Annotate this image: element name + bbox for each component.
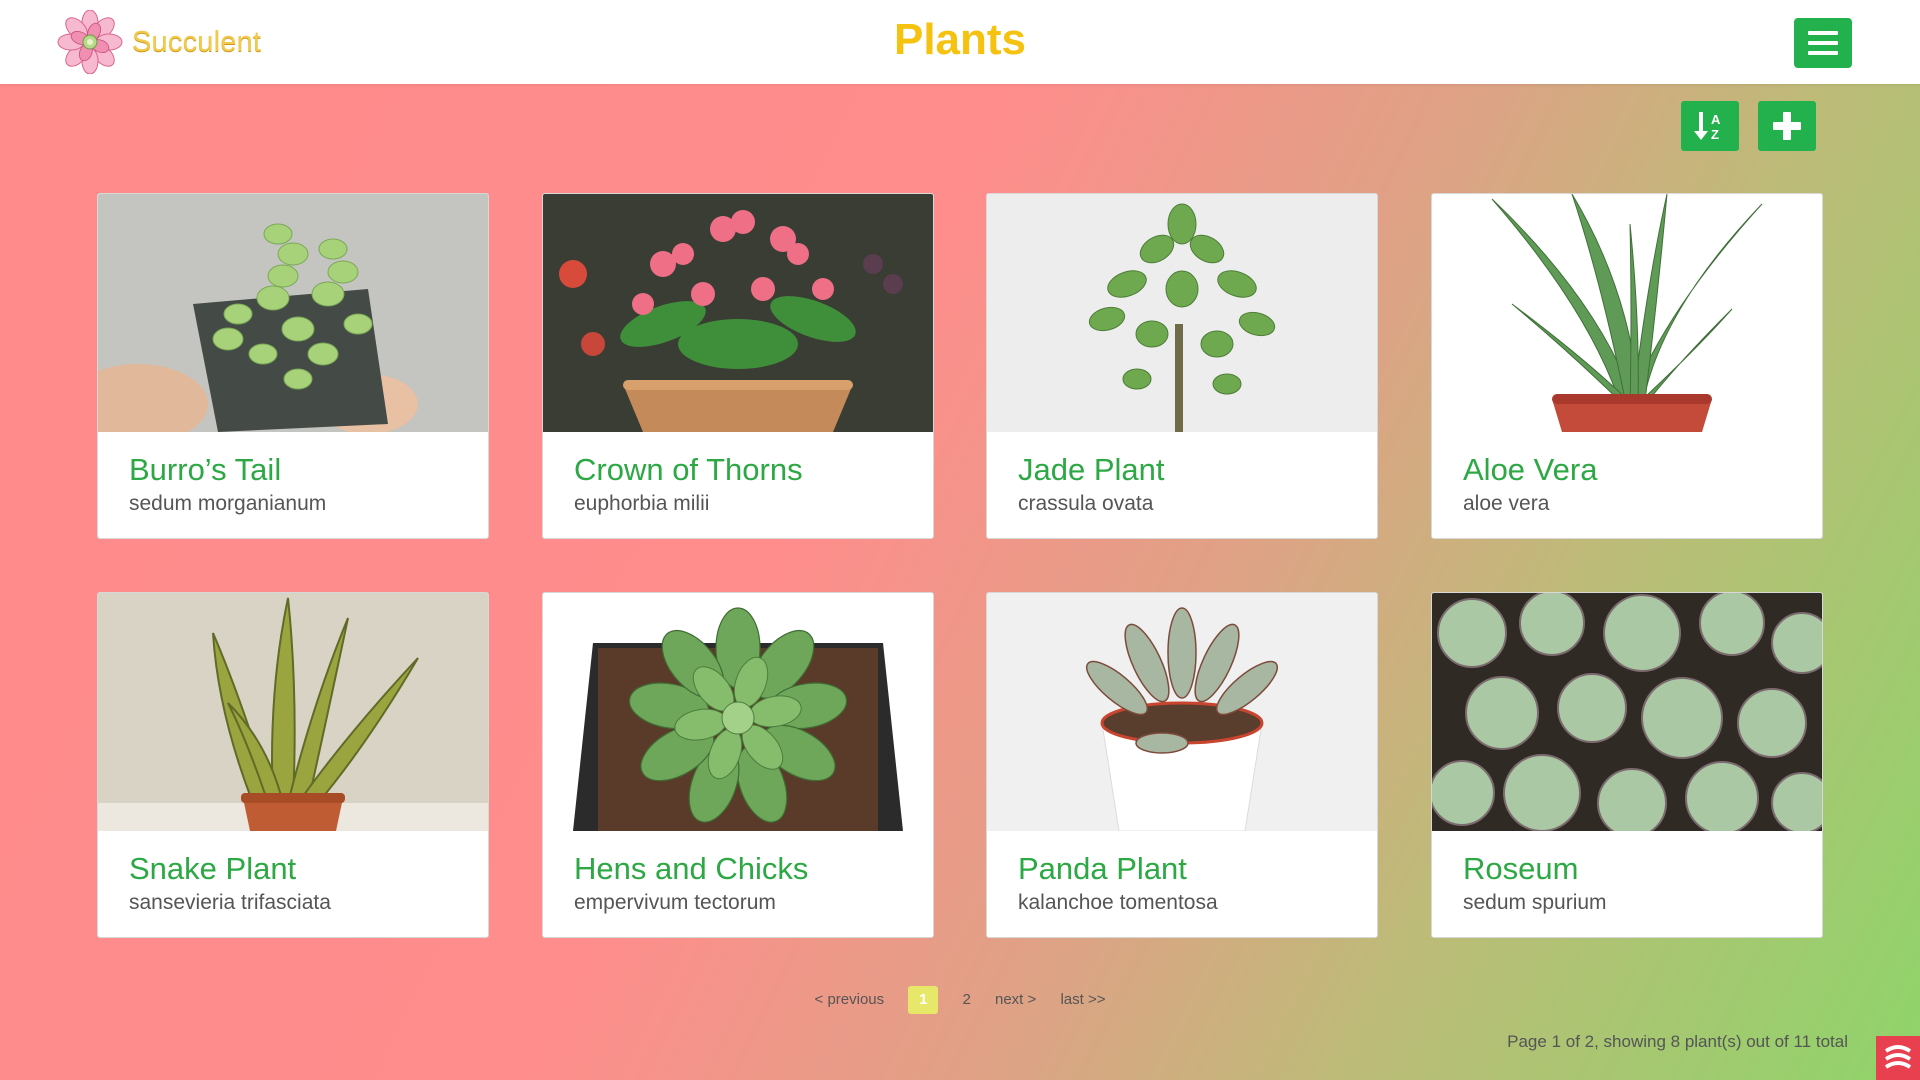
plant-photo-roseum bbox=[1432, 593, 1822, 831]
plant-photo-jade-plant bbox=[987, 194, 1377, 432]
plant-scientific-name: aloe vera bbox=[1463, 492, 1550, 515]
plant-photo-panda-plant bbox=[987, 593, 1377, 831]
plant-scientific-name: kalanchoe tomentosa bbox=[1018, 891, 1218, 914]
plant-card[interactable]: Aloe Vera aloe vera bbox=[1431, 193, 1823, 539]
plant-card[interactable]: Crown of Thorns euphorbia milii bbox=[542, 193, 934, 539]
plant-name: Crown of Thorns bbox=[574, 452, 803, 487]
plant-scientific-name: sedum spurium bbox=[1463, 891, 1607, 914]
plant-scientific-name: crassula ovata bbox=[1018, 492, 1154, 515]
plant-scientific-name: euphorbia milii bbox=[574, 492, 710, 515]
chat-widget-icon bbox=[1884, 1045, 1912, 1069]
plant-name: Burro’s Tail bbox=[129, 452, 282, 487]
menu-button[interactable] bbox=[1794, 18, 1852, 68]
plant-name: Panda Plant bbox=[1018, 851, 1187, 886]
sort-alphabetical-button[interactable]: A Z bbox=[1681, 101, 1739, 151]
pagination: < previous 1 2 next > last >> bbox=[0, 986, 1920, 1016]
plant-card[interactable]: Roseum sedum spurium bbox=[1431, 592, 1823, 938]
plant-photo-aloe-vera bbox=[1432, 194, 1822, 432]
plants-page-body: A Z Burro’s Tail sedum morganianum Crown… bbox=[0, 84, 1920, 1080]
plant-name: Jade Plant bbox=[1018, 452, 1165, 487]
pagination-page-link[interactable]: 2 bbox=[962, 986, 970, 1014]
plant-name: Aloe Vera bbox=[1463, 452, 1598, 487]
svg-text:A: A bbox=[1711, 112, 1721, 127]
plant-scientific-name: empervivum tectorum bbox=[574, 891, 776, 914]
plus-icon bbox=[1773, 112, 1801, 140]
sort-alpha-icon: A Z bbox=[1694, 112, 1721, 142]
plant-name: Roseum bbox=[1463, 851, 1579, 886]
plant-card[interactable]: Hens and Chicks empervivum tectorum bbox=[542, 592, 934, 938]
plant-card[interactable]: Jade Plant crassula ovata bbox=[986, 193, 1378, 539]
hamburger-icon bbox=[1808, 31, 1838, 55]
page-title: Plants bbox=[893, 15, 1027, 64]
plant-scientific-name: sedum morganianum bbox=[129, 492, 327, 515]
plant-photo-snake-plant bbox=[98, 593, 488, 831]
plant-photo-crown-of-thorns bbox=[543, 194, 933, 432]
plant-name: Hens and Chicks bbox=[574, 851, 809, 886]
plant-name: Snake Plant bbox=[129, 851, 297, 886]
corner-widget-button[interactable] bbox=[1876, 1036, 1920, 1080]
pagination-last-link[interactable]: last >> bbox=[1060, 986, 1105, 1014]
pagination-page-current[interactable]: 1 bbox=[908, 986, 939, 1014]
plant-scientific-name: sansevieria trifasciata bbox=[129, 891, 331, 914]
plant-card[interactable]: Burro’s Tail sedum morganianum bbox=[97, 193, 489, 539]
plant-card[interactable]: Panda Plant kalanchoe tomentosa bbox=[986, 592, 1378, 938]
plant-card[interactable]: Snake Plant sansevieria trifasciata bbox=[97, 592, 489, 938]
plant-photo-burros-tail bbox=[98, 194, 488, 432]
plant-photo-hens-and-chicks bbox=[543, 593, 933, 831]
add-plant-button[interactable] bbox=[1758, 101, 1816, 151]
svg-text:Z: Z bbox=[1711, 127, 1719, 142]
top-navbar: Succulent Plants bbox=[0, 0, 1920, 84]
pagination-previous-link[interactable]: < previous bbox=[815, 986, 885, 1014]
pagination-status: Page 1 of 2, showing 8 plant(s) out of 1… bbox=[1507, 1032, 1848, 1051]
pagination-next-link[interactable]: next > bbox=[995, 986, 1036, 1014]
